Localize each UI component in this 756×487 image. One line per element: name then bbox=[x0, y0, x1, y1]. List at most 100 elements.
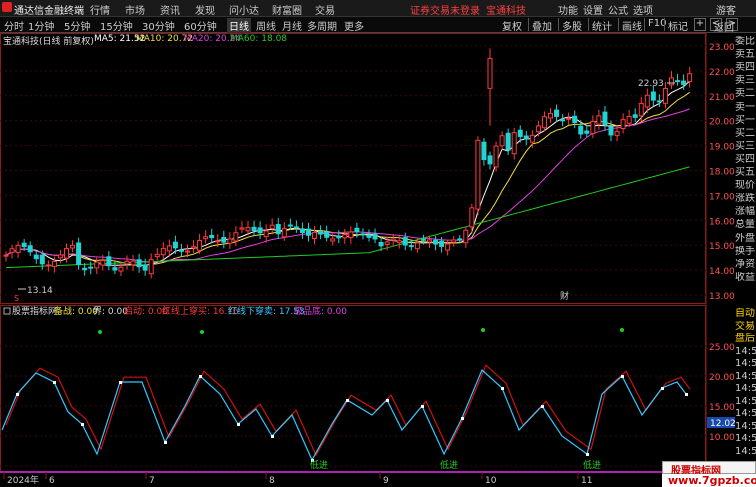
candle-body bbox=[384, 241, 390, 245]
quote-field-label: 外盘 bbox=[735, 232, 755, 244]
menu-item-trade[interactable]: 交易 bbox=[315, 2, 335, 17]
candle-body bbox=[39, 254, 45, 265]
menu-item-settings[interactable]: 设置 bbox=[583, 2, 603, 17]
oscillator-dot bbox=[119, 381, 122, 384]
candle-body bbox=[644, 94, 650, 108]
menu-item-formula[interactable]: 公式 bbox=[608, 2, 628, 17]
indicator-title[interactable]: 股票指标网 bbox=[12, 305, 57, 317]
menu-item-discover[interactable]: 发现 bbox=[195, 2, 215, 17]
multi-stock-button[interactable]: 多股 bbox=[562, 18, 582, 33]
signal-dot bbox=[481, 328, 485, 332]
trade-panel-item[interactable]: 交易 bbox=[735, 321, 756, 333]
price-axis-label: 19.00 bbox=[709, 143, 735, 153]
adjust-button[interactable]: 复权 bbox=[502, 18, 522, 33]
oscillator-dot bbox=[346, 399, 349, 402]
oscillator-dot bbox=[501, 387, 504, 390]
indicator-axis-label: 25.00 bbox=[709, 343, 735, 353]
tab-weekly[interactable]: 周线 bbox=[256, 18, 276, 33]
tab-intraday[interactable]: 分时 bbox=[4, 18, 24, 33]
candle-body bbox=[650, 91, 656, 101]
candle-body bbox=[366, 234, 372, 238]
stats-button[interactable]: 统计 bbox=[592, 18, 612, 33]
low-price-label: 13.14 bbox=[27, 286, 53, 296]
signal-dot bbox=[98, 330, 102, 334]
return-button[interactable]: 返回 bbox=[714, 19, 734, 34]
candle-body bbox=[535, 125, 541, 133]
guest-label[interactable]: 游客 bbox=[716, 2, 736, 17]
quote-field-label: 涨跌 bbox=[735, 193, 755, 205]
candle-body bbox=[299, 228, 305, 234]
tab-15min[interactable]: 15分钟 bbox=[100, 18, 133, 33]
login-notice[interactable]: 证券交易未登录 bbox=[410, 2, 480, 17]
menu-item-ask[interactable]: 问小达 bbox=[229, 2, 259, 17]
kline-chart[interactable]: 23.00 22.00 21.00 20.00 19.00 18.00 17.00 16.00… bbox=[0, 33, 735, 487]
tab-more[interactable]: 更多 bbox=[344, 18, 364, 33]
quote-field-label: 卖五 bbox=[735, 49, 755, 61]
candle-body bbox=[227, 238, 233, 244]
add-icon[interactable]: + bbox=[694, 18, 706, 31]
menu-item-markets[interactable]: 市场 bbox=[125, 2, 145, 17]
candle-body bbox=[203, 236, 209, 240]
candle-body bbox=[554, 109, 560, 117]
menu-item-function[interactable]: 功能 bbox=[558, 2, 578, 17]
menu-item-wealth[interactable]: 财富圈 bbox=[272, 2, 302, 17]
candle-body bbox=[136, 259, 142, 268]
low-entry-label-3: 低进 bbox=[583, 459, 601, 471]
candle-body bbox=[681, 80, 687, 85]
tab-30min[interactable]: 30分钟 bbox=[142, 18, 175, 33]
candle-body bbox=[130, 260, 136, 266]
menu-item-market[interactable]: 行情 bbox=[90, 2, 110, 17]
candle-body bbox=[493, 145, 499, 168]
tab-5min[interactable]: 5分钟 bbox=[64, 18, 90, 33]
trade-panel-item: 14:50 bbox=[735, 445, 756, 457]
trade-panel-item[interactable]: 盘后 bbox=[735, 333, 756, 345]
trade-panel-item: 14:50 bbox=[735, 345, 756, 357]
oscillator-dot bbox=[271, 435, 274, 438]
candle-body bbox=[572, 115, 578, 124]
menu-item-options[interactable]: 选项 bbox=[633, 2, 653, 17]
tab-1min[interactable]: 1分钟 bbox=[28, 18, 54, 33]
draw-line-button[interactable]: 画线 bbox=[622, 18, 642, 33]
price-axis-label: 17.00 bbox=[709, 192, 735, 202]
period-toolbar: 分时 1分钟 5分钟 15分钟 30分钟 60分钟 日线 周线 月线 多周期 更… bbox=[0, 17, 756, 33]
candle-body bbox=[602, 111, 608, 126]
candle-body bbox=[306, 228, 311, 236]
overlay-button[interactable]: 叠加 bbox=[532, 18, 552, 33]
oscillator-red-line bbox=[5, 364, 691, 457]
price-axis-label: 15.00 bbox=[709, 242, 735, 252]
oscillator-dot bbox=[685, 393, 688, 396]
candle-body bbox=[70, 244, 76, 249]
candle-body bbox=[112, 267, 118, 271]
candle-body bbox=[354, 227, 360, 233]
candle-body bbox=[100, 259, 106, 266]
tab-multi-period[interactable]: 多周期 bbox=[307, 18, 337, 33]
candle-body bbox=[9, 248, 15, 253]
date-label: 11 bbox=[581, 476, 592, 486]
trade-panel-item[interactable]: 自动 bbox=[735, 308, 756, 320]
candle-body bbox=[433, 239, 439, 245]
candle-body bbox=[3, 254, 9, 257]
menu-item-news[interactable]: 资讯 bbox=[160, 2, 180, 17]
candle-body bbox=[614, 131, 620, 137]
candle-body bbox=[221, 236, 227, 243]
candle-body bbox=[638, 102, 644, 117]
candle-body bbox=[402, 237, 408, 246]
mark-button[interactable]: 标记 bbox=[668, 18, 688, 33]
oscillator-dot bbox=[237, 423, 240, 426]
candle-body bbox=[662, 88, 668, 104]
price-axis-label: 21.00 bbox=[709, 93, 735, 103]
candle-body bbox=[318, 231, 324, 235]
tab-monthly[interactable]: 月线 bbox=[282, 18, 302, 33]
candle-body bbox=[45, 264, 51, 267]
candle-body bbox=[215, 240, 221, 243]
stock-name-title: 宝通科技 bbox=[486, 6, 526, 17]
tab-60min[interactable]: 60分钟 bbox=[184, 18, 217, 33]
candle-body bbox=[578, 125, 584, 135]
indicator-expand-icon[interactable] bbox=[3, 307, 11, 315]
watermark-url-text: www.7gpzb.com bbox=[668, 474, 756, 487]
candle-body bbox=[487, 155, 493, 165]
app-logo-icon bbox=[2, 2, 12, 12]
spike-body bbox=[487, 57, 493, 89]
candle-body bbox=[439, 240, 445, 247]
tab-daily[interactable]: 日线 bbox=[227, 18, 251, 33]
